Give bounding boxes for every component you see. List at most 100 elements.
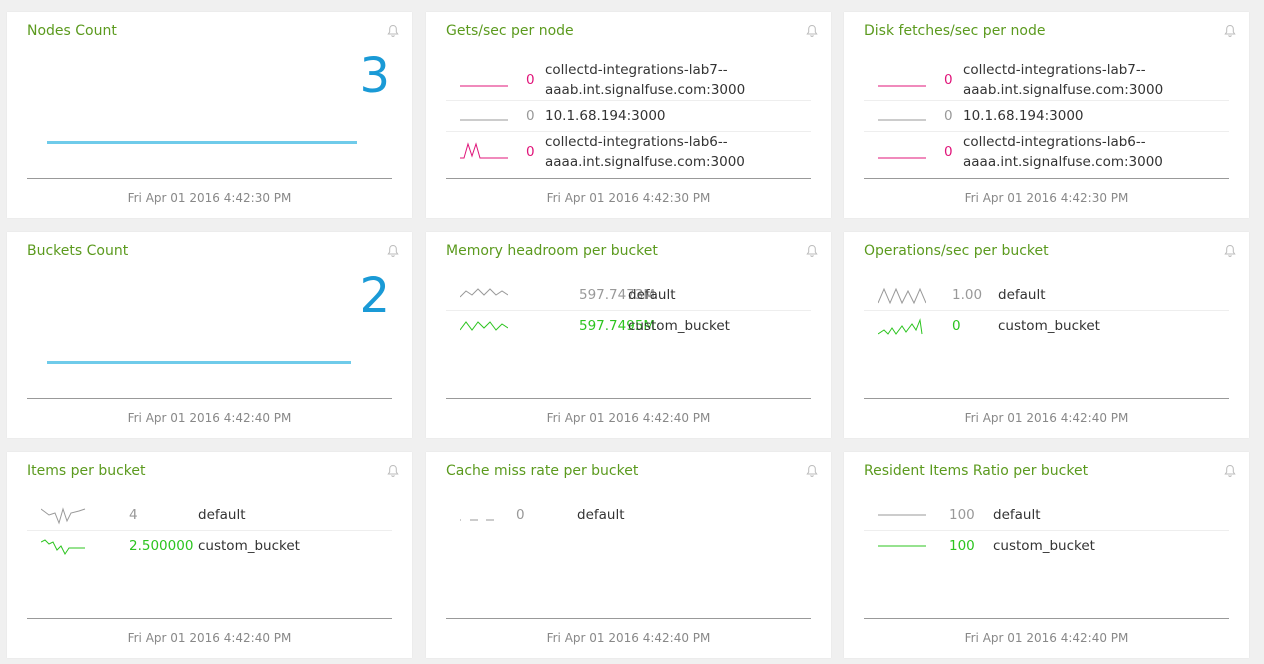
bell-icon[interactable] — [805, 243, 819, 257]
chart-card[interactable]: Memory headroom per bucket 597.7473M defau… — [426, 232, 831, 438]
chart-card[interactable]: Buckets Count 2 Fri Apr 01 2016 4:42:40 PM — [7, 232, 412, 438]
series-value: 0 — [944, 108, 953, 124]
sparkline — [878, 70, 926, 94]
trend-line — [47, 361, 351, 364]
card-divider — [27, 398, 392, 399]
bell-icon[interactable] — [386, 463, 400, 477]
series-row[interactable]: 100 default — [864, 500, 1229, 531]
card-title[interactable]: Items per bucket — [27, 463, 146, 479]
timestamp: Fri Apr 01 2016 4:42:30 PM — [964, 191, 1129, 205]
series-label: custom_bucket — [993, 538, 1095, 554]
series-value: 0 — [944, 72, 953, 88]
card-divider — [864, 178, 1229, 179]
card-title[interactable]: Nodes Count — [27, 23, 117, 39]
chart-card[interactable]: Cache miss rate per bucket 0 default Fri Ap… — [426, 452, 831, 658]
card-title[interactable]: Cache miss rate per bucket — [446, 463, 638, 479]
sparkline — [460, 70, 508, 94]
chart-card[interactable]: Operations/sec per bucket 1.00 default 0 cus… — [844, 232, 1249, 438]
chart-card[interactable]: Resident Items Ratio per bucket 100 defaul… — [844, 452, 1249, 658]
series-row[interactable]: 597.7473M default — [446, 280, 811, 311]
card-divider — [27, 618, 392, 619]
bell-icon[interactable] — [1223, 23, 1237, 37]
series-row[interactable]: 0 collectd-integrations-lab7--aaab.int.si… — [864, 60, 1229, 101]
series-row[interactable]: 4 default — [27, 500, 392, 531]
timestamp: Fri Apr 01 2016 4:42:30 PM — [546, 191, 711, 205]
series-row[interactable]: 1.00 default — [864, 280, 1229, 311]
timestamp: Fri Apr 01 2016 4:42:40 PM — [964, 631, 1129, 645]
series-list: 1.00 default 0 custom_bucket — [864, 280, 1229, 341]
chart-card[interactable]: Disk fetches/sec per node 0 collectd-integ… — [844, 12, 1249, 218]
sparkline — [40, 534, 89, 558]
series-row[interactable]: 0 custom_bucket — [864, 311, 1229, 341]
sparkline — [877, 283, 927, 307]
series-row[interactable]: 0 collectd-integrations-lab6--aaaa.int.si… — [864, 132, 1229, 172]
series-list: 597.7473M default 597.7495M custom_bucket — [446, 280, 811, 341]
bell-icon[interactable] — [805, 463, 819, 477]
timestamp: Fri Apr 01 2016 4:42:30 PM — [127, 191, 292, 205]
series-label: custom_bucket — [198, 538, 300, 554]
sparkline — [460, 104, 508, 128]
series-row[interactable]: 0 collectd-integrations-lab7--aaab.int.si… — [446, 60, 811, 101]
series-value: 0 — [526, 144, 535, 160]
card-title[interactable]: Resident Items Ratio per bucket — [864, 463, 1088, 479]
series-value: 0 — [526, 108, 535, 124]
series-row[interactable]: 0 10.1.68.194:3000 — [446, 101, 811, 132]
series-value: 100 — [949, 538, 975, 554]
chart-card[interactable]: Gets/sec per node 0 collectd-integrations-… — [426, 12, 831, 218]
timestamp: Fri Apr 01 2016 4:42:40 PM — [127, 631, 292, 645]
chart-card[interactable]: Nodes Count 3 Fri Apr 01 2016 4:42:30 PM — [7, 12, 412, 218]
series-list: 4 default 2.500000 custom_bucket — [27, 500, 392, 561]
series-row[interactable]: 2.500000 custom_bucket — [27, 531, 392, 561]
series-row[interactable]: 100 custom_bucket — [864, 531, 1229, 561]
series-value: 0 — [944, 144, 953, 160]
sparkline — [878, 534, 926, 558]
series-label: 10.1.68.194:3000 — [963, 108, 1084, 124]
sparkline — [460, 503, 508, 527]
card-title[interactable]: Disk fetches/sec per node — [864, 23, 1045, 39]
sparkline — [877, 314, 926, 338]
series-label: collectd-integrations-lab6--aaaa.int.sig… — [963, 134, 1163, 170]
timestamp: Fri Apr 01 2016 4:42:40 PM — [546, 411, 711, 425]
series-label: default — [198, 507, 246, 523]
series-label: default — [577, 507, 625, 523]
trend-line — [47, 141, 357, 144]
big-number-value: 2 — [359, 268, 390, 324]
series-label: 10.1.68.194:3000 — [545, 108, 666, 124]
series-list: 100 default 100 custom_bucket — [864, 500, 1229, 561]
series-value: 4 — [129, 507, 138, 523]
card-title[interactable]: Operations/sec per bucket — [864, 243, 1049, 259]
bell-icon[interactable] — [1223, 243, 1237, 257]
sparkline — [878, 104, 926, 128]
big-number-value: 3 — [359, 48, 390, 104]
series-row[interactable]: 0 10.1.68.194:3000 — [864, 101, 1229, 132]
series-row[interactable]: 0 collectd-integrations-lab6--aaaa.int.si… — [446, 132, 811, 172]
bell-icon[interactable] — [386, 23, 400, 37]
series-label: collectd-integrations-lab6--aaaa.int.sig… — [545, 134, 745, 170]
sparkline — [878, 503, 926, 527]
timestamp: Fri Apr 01 2016 4:42:40 PM — [127, 411, 292, 425]
chart-card[interactable]: Items per bucket 4 default 2.500000 custom_b… — [7, 452, 412, 658]
series-list: 0 collectd-integrations-lab7--aaab.int.si… — [864, 60, 1229, 172]
card-divider — [446, 178, 811, 179]
series-label: collectd-integrations-lab7--aaab.int.sig… — [545, 62, 746, 98]
series-label: default — [993, 507, 1041, 523]
series-value: 0 — [526, 72, 535, 88]
sparkline — [459, 283, 509, 307]
series-value: 0 — [952, 318, 961, 334]
sparkline — [878, 142, 926, 166]
series-value: 0 — [516, 507, 525, 523]
series-value: 1.00 — [952, 287, 983, 303]
bell-icon[interactable] — [805, 23, 819, 37]
bell-icon[interactable] — [386, 243, 400, 257]
card-divider — [446, 618, 811, 619]
card-title[interactable]: Memory headroom per bucket — [446, 243, 658, 259]
series-row[interactable]: 597.7495M custom_bucket — [446, 311, 811, 341]
series-label: default — [998, 287, 1046, 303]
card-title[interactable]: Gets/sec per node — [446, 23, 574, 39]
card-divider — [27, 178, 392, 179]
series-row[interactable]: 0 default — [446, 500, 811, 530]
series-label: collectd-integrations-lab7--aaab.int.sig… — [963, 62, 1164, 98]
card-title[interactable]: Buckets Count — [27, 243, 128, 259]
bell-icon[interactable] — [1223, 463, 1237, 477]
series-value: 2.500000 — [129, 538, 194, 554]
